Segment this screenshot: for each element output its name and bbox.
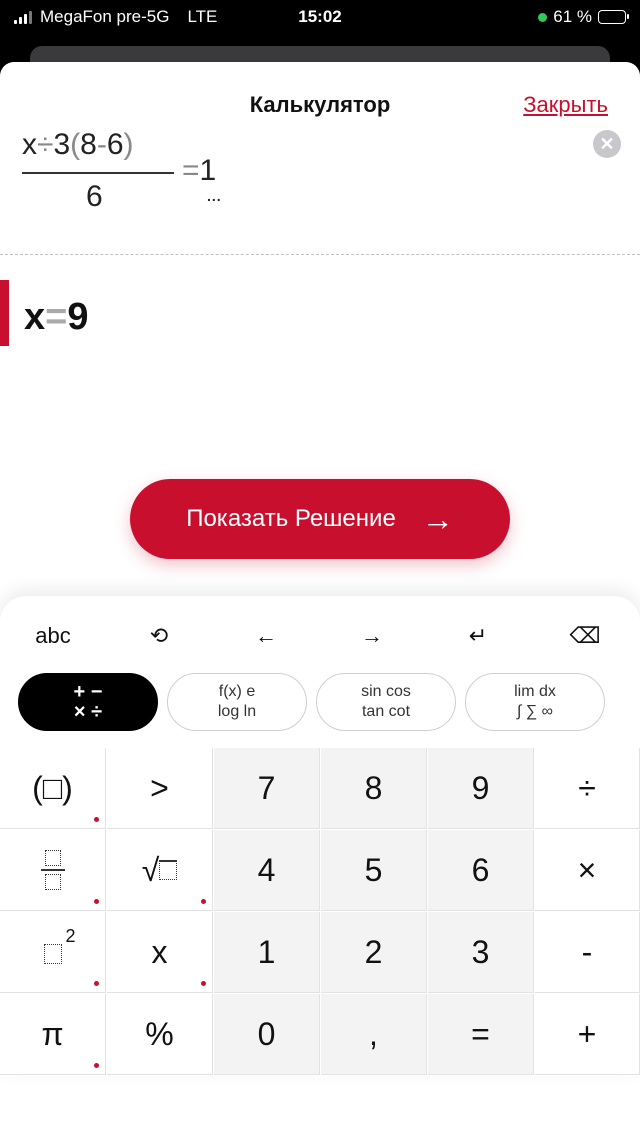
result-display: x=9 (24, 296, 89, 338)
key-1[interactable]: 1 (214, 912, 320, 993)
battery-percent: 61 % (553, 7, 592, 26)
mic-indicator-icon (538, 12, 548, 22)
sqrt-icon: √ (141, 851, 160, 888)
result-accent-bar (0, 280, 9, 346)
key-8[interactable]: 8 (321, 748, 427, 829)
square-key[interactable]: 2 (0, 912, 106, 993)
key-grid: (□) > 7 8 9 ÷ √ 4 5 6 × 2 x 1 2 3 - π % (0, 748, 640, 1076)
close-button[interactable]: Закрыть (523, 92, 608, 118)
history-icon[interactable]: ⟲ (124, 614, 194, 658)
key-4[interactable]: 4 (214, 830, 320, 911)
arrow-right-icon: → (421, 500, 454, 537)
key-2[interactable]: 2 (321, 912, 427, 993)
enter-icon[interactable]: ↵ (443, 614, 513, 658)
square-icon: 2 (43, 926, 76, 971)
math-keyboard: abc ⟲ ← → ↵ ⌫ + − × ÷ f(x) e log ln sin co… (0, 596, 640, 1076)
parentheses-key[interactable]: (□) (0, 748, 106, 829)
keyboard-mode-tabs: + − × ÷ f(x) e log ln sin cos tan cot lim d… (0, 673, 640, 733)
tab-trigonometry[interactable]: sin cos tan cot (316, 673, 456, 731)
close-icon: ✕ (599, 133, 615, 154)
pi-key[interactable]: π (0, 994, 106, 1075)
key-0[interactable]: 0 (214, 994, 320, 1075)
status-bar: MegaFon pre-5G LTE 15:02 61 % (0, 0, 640, 36)
key-6[interactable]: 6 (428, 830, 534, 911)
tab-calculus[interactable]: lim dx ∫ ∑ ∞ (465, 673, 605, 731)
status-right: 61 % (538, 7, 629, 27)
show-solution-label: Показать Решение (186, 505, 396, 532)
expression-denominator: 6 (86, 180, 103, 213)
abc-keyboard-button[interactable]: abc (18, 614, 88, 658)
cursor-dots: ... (207, 188, 222, 204)
cursor-left-button[interactable]: ← (231, 614, 301, 658)
key-5[interactable]: 5 (321, 830, 427, 911)
tab-functions[interactable]: f(x) e log ln (167, 673, 307, 731)
fraction-bar (22, 172, 174, 174)
key-9[interactable]: 9 (428, 748, 534, 829)
clear-expression-button[interactable]: ✕ (593, 130, 621, 158)
percent-key[interactable]: % (107, 994, 213, 1075)
comma-key[interactable]: , (321, 994, 427, 1075)
greater-than-key[interactable]: > (107, 748, 213, 829)
key-7[interactable]: 7 (214, 748, 320, 829)
cursor-right-button[interactable]: → (337, 614, 407, 658)
battery-icon (598, 10, 629, 24)
fraction-key[interactable] (0, 830, 106, 911)
multiply-key[interactable]: × (535, 830, 640, 911)
show-solution-button[interactable]: Показать Решение → (130, 479, 510, 559)
expression-numerator: x÷3(8-6) (22, 128, 134, 161)
tab-arithmetic[interactable]: + − × ÷ (18, 673, 158, 731)
plus-key[interactable]: + (535, 994, 640, 1075)
expression-rhs: =1 (182, 154, 217, 187)
sqrt-key[interactable]: √ (107, 830, 213, 911)
equals-key[interactable]: = (428, 994, 534, 1075)
key-3[interactable]: 3 (428, 912, 534, 993)
backspace-icon[interactable]: ⌫ (550, 614, 620, 658)
divide-key[interactable]: ÷ (535, 748, 640, 829)
minus-key[interactable]: - (535, 912, 640, 993)
keyboard-toolbar: abc ⟲ ← → ↵ ⌫ (0, 614, 640, 658)
fraction-icon (40, 850, 65, 890)
divider (0, 254, 640, 255)
variable-x-key[interactable]: x (107, 912, 213, 993)
